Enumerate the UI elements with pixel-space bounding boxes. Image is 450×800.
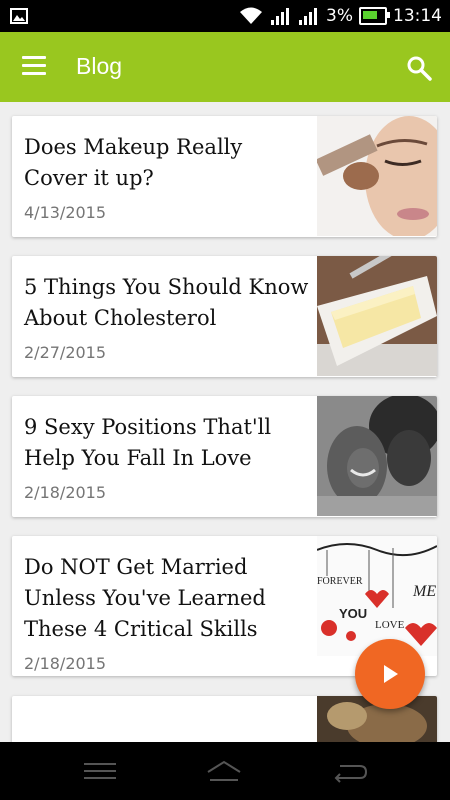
status-bar: 3% 13:14	[0, 0, 450, 32]
search-icon[interactable]	[405, 54, 433, 82]
post-title: Do NOT Get Married Unless You've Learned…	[24, 555, 266, 641]
battery-percent: 3%	[326, 6, 353, 26]
makeup-brush-face-photo	[317, 116, 437, 236]
play-fab-button[interactable]	[355, 639, 425, 709]
post-title: 5 Things You Should Know About Cholester…	[24, 275, 309, 330]
post-card[interactable]: 5 Things You Should Know About Cholester…	[12, 256, 437, 377]
home-icon[interactable]	[204, 756, 244, 786]
couple-embrace-photo	[317, 396, 437, 516]
page-title: Blog	[76, 53, 123, 79]
forever-you-love-me-hearts-photo: FOREVER YOU LOVE ME	[317, 536, 437, 656]
app-bar: Blog	[0, 32, 450, 102]
signal-icon-2	[299, 8, 318, 25]
clock: 13:14	[393, 6, 442, 26]
recent-apps-icon[interactable]	[80, 756, 120, 786]
hamburger-menu-icon[interactable]	[22, 56, 48, 78]
play-icon	[384, 665, 398, 683]
back-icon[interactable]	[330, 756, 370, 786]
system-nav-bar	[0, 742, 450, 800]
post-card[interactable]: Does Makeup Really Cover it up? 4/13/201…	[12, 116, 437, 237]
post-date: 2/18/2015	[24, 654, 107, 673]
thumb-word-me: ME	[412, 583, 436, 600]
battery-icon	[359, 7, 390, 25]
butter-dish-photo	[317, 256, 437, 376]
thumb-word-love: LOVE	[375, 619, 405, 631]
signal-icon-1	[271, 8, 290, 25]
post-date: 4/13/2015	[24, 203, 107, 222]
post-date: 2/27/2015	[24, 343, 107, 362]
wifi-icon	[240, 7, 263, 24]
post-card[interactable]: 9 Sexy Positions That'll Help You Fall I…	[12, 396, 437, 517]
thumb-word-you: YOU	[339, 606, 367, 621]
thumb-word-forever: FOREVER	[317, 576, 363, 587]
post-date: 2/18/2015	[24, 483, 107, 502]
post-title: Does Makeup Really Cover it up?	[24, 135, 243, 190]
gallery-notification-icon	[10, 8, 28, 24]
post-title: 9 Sexy Positions That'll Help You Fall I…	[24, 415, 272, 470]
